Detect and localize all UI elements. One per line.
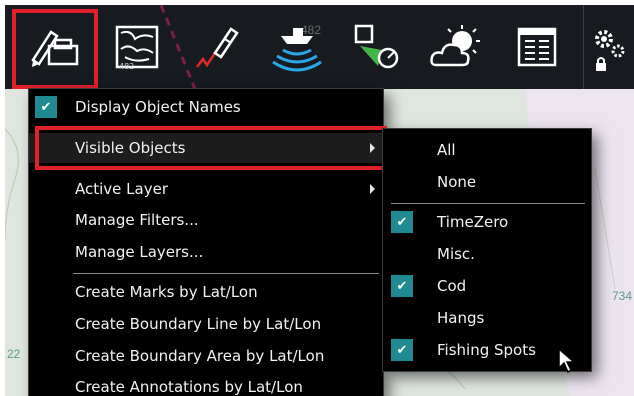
submenu-arrow-icon [370,184,375,194]
lock-icon [596,63,606,71]
svg-text:482: 482 [119,62,134,71]
tool-route[interactable] [177,5,257,89]
boat-sonar-icon [272,28,322,72]
tool-data-list[interactable] [497,5,577,89]
menu-item-create-boundary-line[interactable]: Create Boundary Line by Lat/Lon [29,309,383,339]
data-list-icon [517,27,557,67]
submenu-item-label: Cod [437,277,467,295]
submenu-item-label: Misc. [437,245,475,263]
submenu-item-label: All [437,141,456,159]
menu-item-label: Display Object Names [75,98,241,116]
active-tool-highlight [12,9,98,89]
menu-item-label: Manage Layers... [75,243,204,261]
menu-item-label: Create Boundary Line by Lat/Lon [75,315,322,333]
submenu-item-label: Hangs [437,309,485,327]
check-icon: ✔ [391,211,413,233]
submenu-item-hangs[interactable]: Hangs [383,303,591,333]
mouse-cursor-icon [558,348,576,374]
main-toolbar: 482 482 [5,5,634,89]
menu-separator [73,273,379,274]
visible-objects-submenu: All None ✔ TimeZero Misc. ✔ Cod Hangs ✔ … [383,129,591,371]
weather-icon [430,25,480,67]
tool-weather[interactable] [417,5,497,89]
tool-waypoint[interactable] [337,5,417,89]
depth-label-left: 22 [7,347,21,361]
app-window: 22 734 482 482 ✔ Display Object Names Vi… [5,5,634,396]
check-icon: ✔ [35,96,57,118]
menu-item-create-marks[interactable]: Create Marks by Lat/Lon [29,277,383,307]
submenu-item-none[interactable]: None [383,167,591,197]
check-icon: ✔ [391,339,413,361]
menu-item-create-annotations[interactable]: Create Annotations by Lat/Lon [29,372,383,396]
submenu-item-label: TimeZero [437,213,509,231]
submenu-item-all[interactable]: All [383,135,591,165]
check-icon: ✔ [391,275,413,297]
visible-objects-highlight [35,126,387,170]
submenu-item-misc[interactable]: Misc. [383,239,591,269]
settings-gear-icon [595,30,625,71]
submenu-item-label: Fishing Spots [437,341,536,359]
menu-item-active-layer[interactable]: Active Layer [29,174,383,204]
menu-item-display-object-names[interactable]: ✔ Display Object Names [29,92,383,122]
route-icon [196,27,239,68]
submenu-item-timezero[interactable]: ✔ TimeZero [383,207,591,237]
menu-item-label: Create Boundary Area by Lat/Lon [75,347,325,365]
submenu-item-label: None [437,173,477,191]
waypoint-tool-icon [354,24,399,69]
depth-label-right: 734 [612,289,633,303]
submenu-item-cod[interactable]: ✔ Cod [383,271,591,301]
tool-chart[interactable]: 482 [97,5,177,89]
menu-item-label: Create Marks by Lat/Lon [75,283,258,301]
menu-item-manage-filters[interactable]: Manage Filters... [29,205,383,235]
menu-item-manage-layers[interactable]: Manage Layers... [29,237,383,267]
submenu-separator [391,203,585,204]
menu-item-label: Create Annotations by Lat/Lon [75,378,303,396]
menu-item-create-boundary-area[interactable]: Create Boundary Area by Lat/Lon [29,341,383,371]
menu-item-label: Active Layer [75,180,168,198]
tool-sonar[interactable] [257,5,337,89]
tool-settings[interactable] [583,5,634,89]
chart-icon: 482 [115,25,159,71]
menu-item-label: Manage Filters... [75,211,199,229]
